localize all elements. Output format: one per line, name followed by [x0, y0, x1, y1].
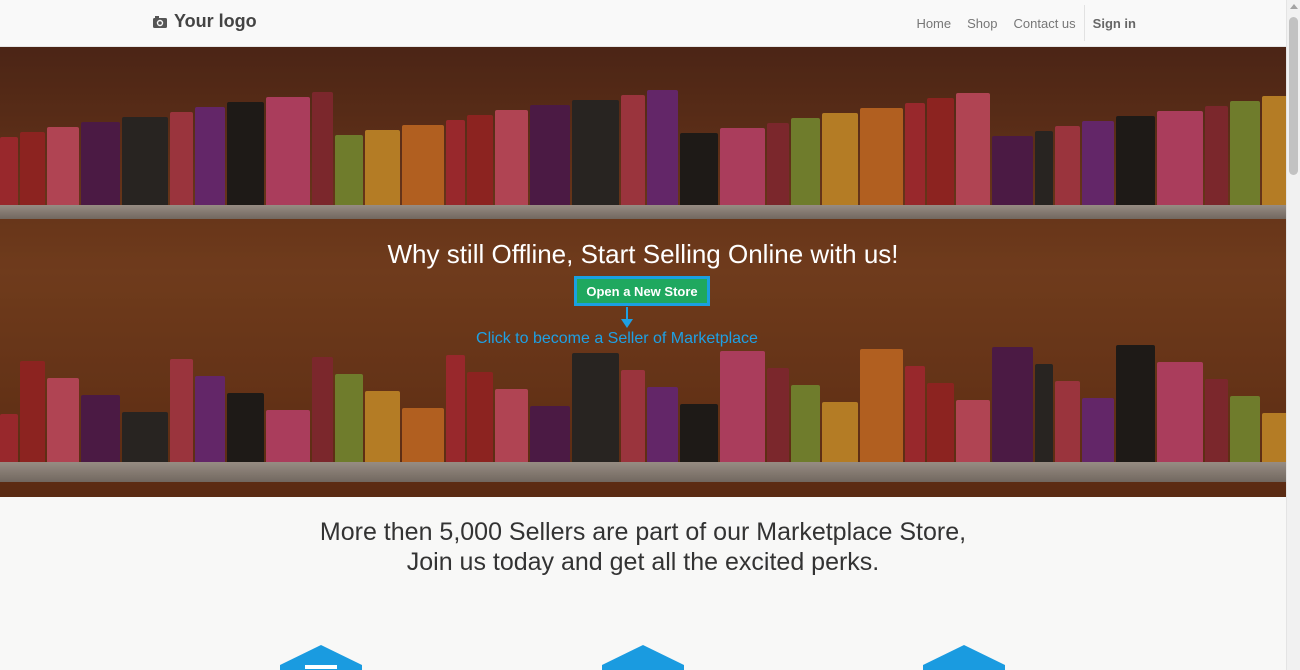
feature-icon-3	[923, 645, 1005, 670]
hero-title: Why still Offline, Start Selling Online …	[387, 239, 899, 269]
site-header: Your logo Home Shop Contact us Sign in	[0, 0, 1286, 47]
logo[interactable]: Your logo	[152, 11, 257, 32]
hero-overlay	[0, 47, 1286, 497]
main-nav: Home Shop Contact us Sign in	[900, 0, 1136, 46]
nav-divider	[1083, 5, 1085, 41]
hero-banner: Why still Offline, Start Selling Online …	[0, 47, 1286, 497]
arrow-down-icon	[621, 307, 633, 328]
become-seller-link[interactable]: Click to become a Seller of Marketplace	[0, 330, 1234, 348]
nav-shop-link[interactable]: Shop	[967, 16, 997, 31]
scroll-up-icon[interactable]	[1290, 4, 1298, 9]
tagline-line-2: Join us today and get all the excited pe…	[406, 548, 880, 576]
nav-contact-link[interactable]: Contact us	[1014, 16, 1076, 31]
feature-icon-2	[602, 645, 684, 670]
tagline-line-1: More then 5,000 Sellers are part of our …	[319, 518, 967, 546]
scrollbar-thumb[interactable]	[1289, 17, 1298, 175]
sign-in-link[interactable]: Sign in	[1093, 16, 1136, 31]
page-scrollbar[interactable]	[1286, 0, 1300, 670]
feature-icon-1	[280, 645, 362, 670]
open-new-store-button[interactable]: Open a New Store	[574, 276, 710, 306]
nav-home-link[interactable]: Home	[916, 16, 951, 31]
logo-text: Your logo	[174, 11, 257, 31]
camera-icon	[153, 15, 167, 28]
page: Your logo Home Shop Contact us Sign in W…	[0, 0, 1286, 670]
marketplace-tagline: More then 5,000 Sellers are part of our …	[0, 517, 1286, 577]
